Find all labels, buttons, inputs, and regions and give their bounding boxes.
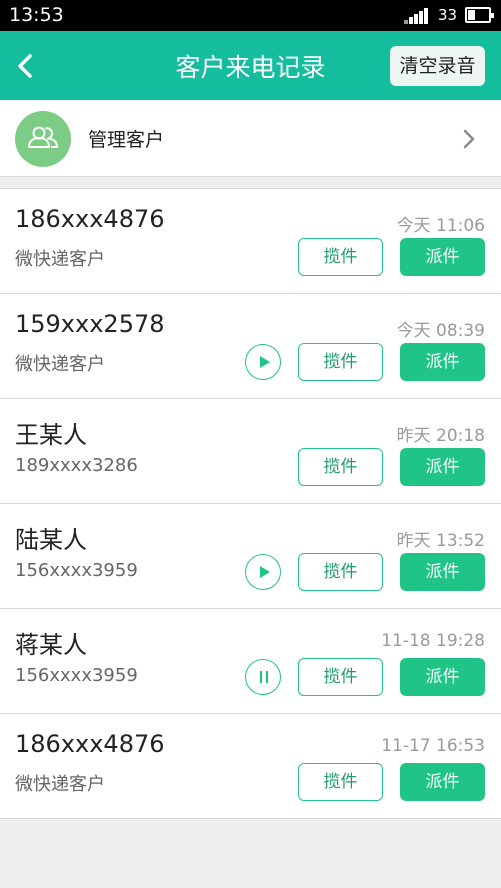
caller-subtitle: 微快递客户	[15, 249, 105, 270]
pickup-button[interactable]: 揽件	[298, 238, 383, 276]
play-icon	[260, 566, 270, 578]
play-recording-button[interactable]	[245, 554, 281, 590]
caller-name: 186xxx4876	[15, 730, 165, 758]
caller-name: 159xxx2578	[15, 310, 165, 338]
dispatch-button[interactable]: 派件	[400, 343, 485, 381]
dispatch-button[interactable]: 派件	[400, 658, 485, 696]
dispatch-button[interactable]: 派件	[400, 238, 485, 276]
caller-subtitle: 189xxxx3286	[15, 455, 138, 476]
battery-text: 33	[438, 6, 458, 24]
battery-icon	[465, 7, 494, 23]
call-time: 昨天 13:52	[396, 531, 485, 551]
back-button[interactable]	[8, 45, 48, 85]
signal-icon	[404, 8, 430, 24]
pickup-button[interactable]: 揽件	[298, 448, 383, 486]
caller-name: 陆某人	[15, 526, 87, 554]
caller-name: 王某人	[15, 421, 87, 449]
call-time: 11-18 19:28	[381, 631, 485, 651]
back-arrow-icon	[18, 54, 32, 78]
call-record-item[interactable]: 蒋某人 156xxxx3959 11-18 19:28 揽件 派件	[0, 609, 501, 714]
status-bar: 13:53 33	[0, 0, 501, 31]
caller-name: 186xxx4876	[15, 205, 165, 233]
chevron-right-icon	[463, 129, 475, 149]
call-record-list: 186xxx4876 微快递客户 今天 11:06 揽件 派件 159xxx2578 微快递…	[0, 188, 501, 819]
call-record-item[interactable]: 186xxx4876 微快递客户 今天 11:06 揽件 派件	[0, 189, 501, 294]
manage-customers-label: 管理客户	[88, 129, 165, 151]
app-header: 客户来电记录 清空录音	[0, 31, 501, 100]
pickup-button[interactable]: 揽件	[298, 343, 383, 381]
call-record-item[interactable]: 186xxx4876 微快递客户 11-17 16:53 揽件 派件	[0, 714, 501, 819]
manage-customers-row[interactable]: 管理客户	[0, 100, 501, 177]
play-icon	[260, 356, 270, 368]
caller-name: 蒋某人	[15, 631, 87, 659]
dispatch-button[interactable]: 派件	[400, 448, 485, 486]
caller-subtitle: 156xxxx3959	[15, 560, 138, 581]
clear-recordings-button[interactable]: 清空录音	[390, 46, 485, 86]
play-recording-button[interactable]	[245, 344, 281, 380]
caller-subtitle: 156xxxx3959	[15, 665, 138, 686]
call-time: 今天 08:39	[396, 321, 485, 341]
caller-subtitle: 微快递客户	[15, 354, 105, 375]
caller-subtitle: 微快递客户	[15, 774, 105, 795]
dispatch-button[interactable]: 派件	[400, 763, 485, 801]
call-time: 昨天 20:18	[396, 426, 485, 446]
pickup-button[interactable]: 揽件	[298, 658, 383, 696]
call-time: 今天 11:06	[396, 216, 485, 236]
pickup-button[interactable]: 揽件	[298, 553, 383, 591]
customers-avatar	[15, 111, 71, 167]
call-time: 11-17 16:53	[381, 736, 485, 756]
pause-icon	[260, 671, 268, 683]
dispatch-button[interactable]: 派件	[400, 553, 485, 591]
pickup-button[interactable]: 揽件	[298, 763, 383, 801]
call-record-item[interactable]: 陆某人 156xxxx3959 昨天 13:52 揽件 派件	[0, 504, 501, 609]
call-record-item[interactable]: 王某人 189xxxx3286 昨天 20:18 揽件 派件	[0, 399, 501, 504]
pause-recording-button[interactable]	[245, 659, 281, 695]
call-record-item[interactable]: 159xxx2578 微快递客户 今天 08:39 揽件 派件	[0, 294, 501, 399]
users-icon	[28, 126, 58, 148]
status-time: 13:53	[9, 4, 64, 26]
